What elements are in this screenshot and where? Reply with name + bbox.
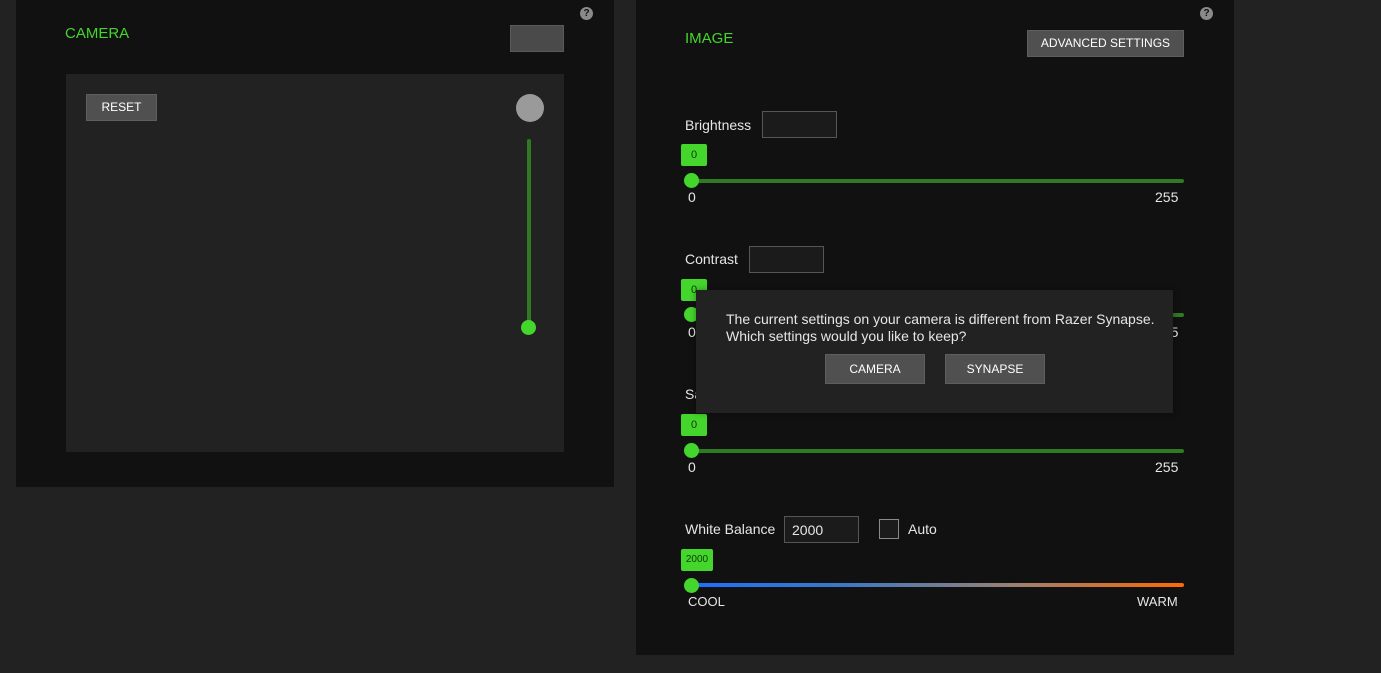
saturation-track[interactable] [692,449,1184,453]
auto-checkbox[interactable] [879,519,899,539]
reset-button[interactable]: RESET [86,94,157,121]
zoom-track[interactable] [527,139,531,329]
white-balance-cool-label: COOL [688,594,725,609]
auto-label: Auto [908,521,937,537]
brightness-label: Brightness [685,117,752,133]
image-title: IMAGE [685,30,734,47]
advanced-settings-button[interactable]: ADVANCED SETTINGS [1027,30,1184,57]
camera-title: CAMERA [65,25,130,42]
saturation-value-badge: 0 [681,414,707,436]
brightness-min-label: 0 [688,189,696,205]
camera-preview-area: RESET [66,74,564,452]
settings-conflict-dialog: The current settings on your camera is d… [696,290,1173,413]
white-balance-track[interactable] [692,583,1184,587]
dialog-message-line2: Which settings would you like to keep? [726,328,967,344]
contrast-input[interactable] [749,246,824,273]
zoom-knob[interactable] [521,320,536,335]
saturation-max-label: 255 [1155,459,1179,475]
saturation-min-label: 0 [688,459,696,475]
keep-camera-button[interactable]: CAMERA [825,354,925,384]
white-balance-label: White Balance [685,521,776,537]
white-balance-warm-label: WARM [1137,594,1178,609]
saturation-knob[interactable] [684,443,699,458]
camera-help-icon[interactable]: ? [580,7,593,20]
camera-panel: CAMERA ? RESET [16,0,614,487]
brightness-value-badge: 0 [681,144,707,166]
contrast-min-label: 0 [688,324,696,340]
contrast-label: Contrast [685,251,738,267]
image-help-icon[interactable]: ? [1200,7,1213,20]
brightness-max-label: 255 [1155,189,1179,205]
brightness-track[interactable] [692,179,1184,183]
white-balance-value-badge: 2000 [681,549,713,571]
zoom-handle-icon[interactable] [516,94,544,122]
dialog-message-line1: The current settings on your camera is d… [726,311,1155,327]
brightness-input[interactable] [762,111,837,138]
keep-synapse-button[interactable]: SYNAPSE [945,354,1045,384]
white-balance-input[interactable] [784,516,859,543]
white-balance-knob[interactable] [684,578,699,593]
brightness-knob[interactable] [684,173,699,188]
camera-dropdown[interactable] [510,25,564,52]
